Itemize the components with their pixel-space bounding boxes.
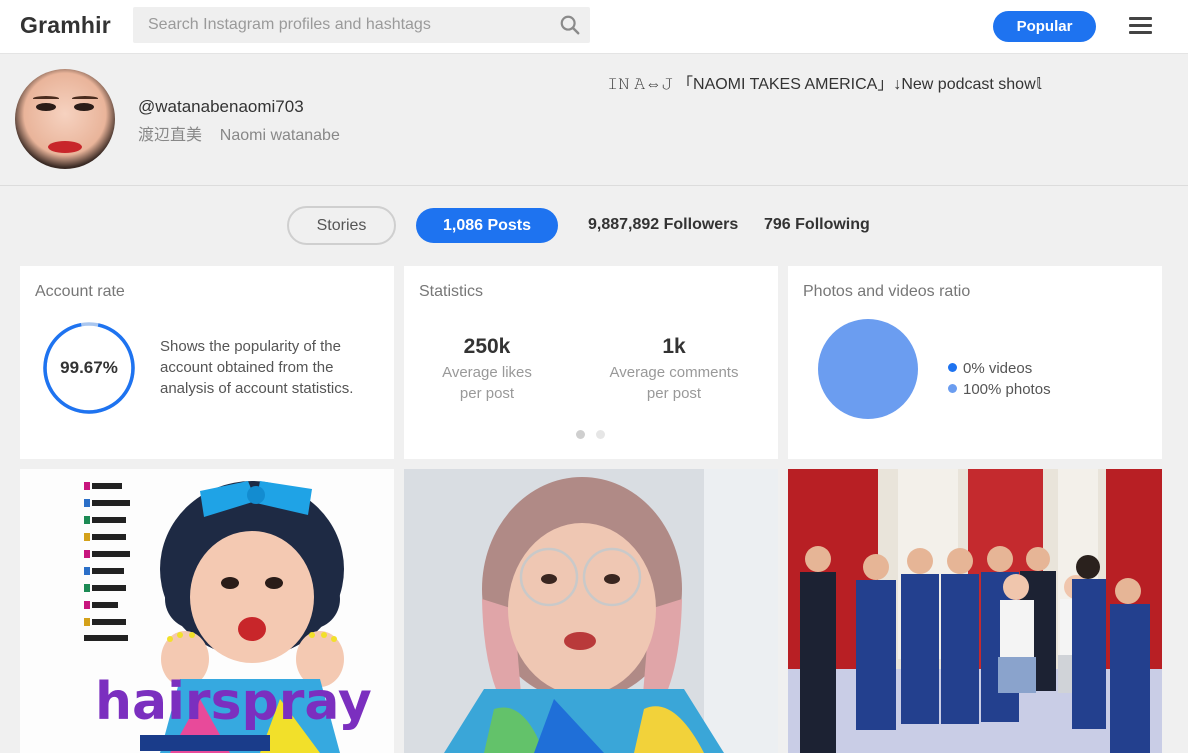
search-icon[interactable]: [559, 14, 581, 36]
ratio-pie-chart: [818, 319, 918, 419]
post-thumbnail-2[interactable]: [404, 469, 778, 753]
account-rate-value: 99.67%: [60, 358, 118, 377]
average-likes-label: Average likes per post: [442, 364, 532, 402]
legend-videos: 0% videos: [948, 358, 1051, 379]
carousel-dot-2[interactable]: [596, 430, 605, 439]
profile-avatar[interactable]: [15, 69, 115, 169]
search-input[interactable]: [133, 7, 590, 43]
hamburger-menu-icon[interactable]: [1129, 17, 1153, 35]
stories-button[interactable]: Stories: [287, 206, 396, 245]
legend-photos: 100% photos: [948, 379, 1051, 400]
poster-title: hairspray: [95, 672, 372, 732]
profile-header: 𝙸𝙽 𝙰⇔𝙹 「NAOMI TAKES AMERICA」↓New podcast…: [0, 55, 1188, 186]
popular-button[interactable]: Popular: [993, 11, 1096, 42]
statistics-title: Statistics: [419, 283, 484, 300]
photos-videos-ratio-card: Photos and videos ratio 0% videos 100% p…: [788, 266, 1162, 459]
average-likes-stat: 250k Average likes per post: [397, 335, 577, 404]
ratio-legend: 0% videos 100% photos: [948, 358, 1051, 400]
post-thumbnail-1[interactable]: hairspray: [20, 469, 394, 753]
ratio-title: Photos and videos ratio: [803, 283, 971, 300]
carousel-dot-1[interactable]: [576, 430, 585, 439]
top-bar: Gramhir Popular: [0, 0, 1188, 54]
average-comments-stat: 1k Average comments per post: [584, 335, 764, 404]
profile-username: @watanabenaomi703: [138, 97, 304, 116]
statistics-card: Statistics 250k Average likes per post 1…: [404, 266, 778, 459]
average-comments-label: Average comments per post: [609, 364, 739, 402]
followers-count: 9,887,892 Followers: [588, 216, 739, 233]
profile-full-name: 渡辺直美 Naomi watanabe: [138, 127, 340, 144]
account-rate-title: Account rate: [35, 283, 125, 300]
posts-tab-button[interactable]: 1,086 Posts: [416, 208, 558, 243]
site-logo[interactable]: Gramhir: [20, 12, 111, 39]
profile-bio: 𝙸𝙽 𝙰⇔𝙹 「NAOMI TAKES AMERICA」↓New podcast…: [607, 76, 1042, 93]
average-likes-value: 250k: [463, 335, 511, 358]
account-rate-card: Account rate 99.67% Shows the popularity…: [20, 266, 394, 459]
account-rate-description: Shows the popularity of the account obta…: [160, 338, 354, 397]
average-comments-value: 1k: [662, 335, 686, 358]
following-count: 796 Following: [764, 216, 870, 233]
post-thumbnail-3[interactable]: [788, 469, 1162, 753]
